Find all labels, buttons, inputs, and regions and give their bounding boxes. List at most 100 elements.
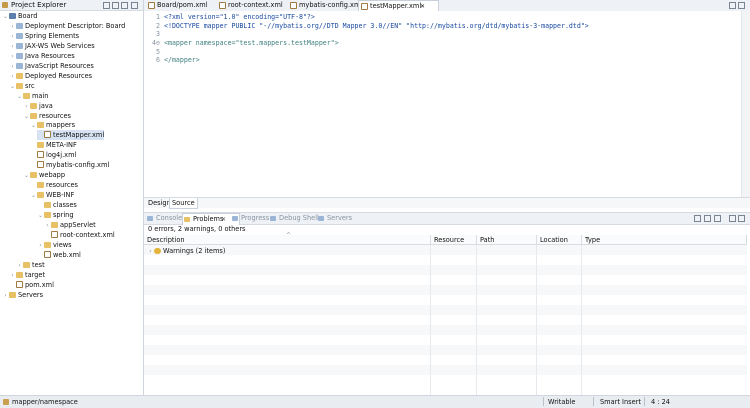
tree-item-label: test <box>32 260 45 269</box>
status-divider <box>543 397 544 406</box>
line-number: 2 <box>156 22 160 30</box>
tree-item-test[interactable]: › test <box>16 260 45 270</box>
problems-table: Description Resource Path Location Type … <box>144 232 747 395</box>
tree-item-resources[interactable]: resources <box>30 180 78 190</box>
xml-file-icon <box>44 131 51 139</box>
folder-icon <box>37 142 44 149</box>
tree-item-deployment-descriptor-board[interactable]: › Deployment Descriptor: Board <box>9 21 125 31</box>
tab-progress[interactable]: Progress <box>231 213 269 224</box>
tree-item-webapp[interactable]: ⌄ webapp <box>23 170 65 180</box>
tree-item-label: JavaScript Resources <box>25 61 94 70</box>
tab-board-pom[interactable]: Board/pom.xml <box>146 0 225 11</box>
tab-label: testMapper.xml <box>370 2 422 10</box>
column-header-resource[interactable]: Resource <box>431 235 477 245</box>
xml-file-icon <box>51 230 58 238</box>
tree-item-views[interactable]: › views <box>37 240 71 250</box>
maximize-icon[interactable] <box>738 215 745 222</box>
tree-item-label: resources <box>46 181 78 190</box>
folder-icon <box>44 202 51 209</box>
expanded-arrow-icon[interactable]: ⌄ <box>30 121 37 131</box>
folder-icon <box>37 182 44 189</box>
status-insert-mode[interactable]: Smart Insert <box>600 397 641 407</box>
tab-source[interactable]: Source <box>169 198 198 209</box>
tree-item-javascript-resources[interactable]: › JavaScript Resources <box>9 61 94 71</box>
status-path: mapper/namespace <box>12 398 78 406</box>
table-row-stripe <box>144 265 747 275</box>
tree-item-appservlet[interactable]: › appServlet <box>44 220 96 230</box>
tree-item-main[interactable]: ⌄ main <box>16 91 49 102</box>
expanded-arrow-icon[interactable]: ⌄ <box>9 82 16 92</box>
tree-item-resources[interactable]: ⌄ resources <box>23 111 71 121</box>
tree-item-board[interactable]: ⌄ Board <box>2 11 37 21</box>
tree-item-testmapper-xml[interactable]: testMapper.xml <box>37 130 105 141</box>
expanded-arrow-icon[interactable]: ⌄ <box>23 171 30 181</box>
expanded-arrow-icon[interactable]: ⌄ <box>37 211 44 221</box>
xml-file-icon <box>361 3 368 10</box>
filter-icon[interactable] <box>694 215 701 222</box>
status-divider <box>593 397 594 406</box>
tree-item-meta-inf[interactable]: META-INF <box>30 140 77 150</box>
line-number: 4⊖ <box>152 39 160 47</box>
column-header-location[interactable]: Location <box>537 235 582 245</box>
tree-item-label: src <box>25 81 35 90</box>
tree-item-mappers[interactable]: ⌄ mappers <box>30 120 75 130</box>
tree-item-deployed-resources[interactable]: › Deployed Resources <box>9 71 92 81</box>
tree-item-web-inf[interactable]: ⌄ WEB-INF <box>30 190 74 200</box>
xml-file-icon <box>148 2 155 9</box>
deployment-icon <box>16 22 23 29</box>
column-header-type[interactable]: Type <box>582 235 747 245</box>
column-header-path[interactable]: Path <box>477 235 537 245</box>
project-explorer-tab[interactable]: Project Explorer <box>0 0 143 11</box>
line-number: 6 <box>156 56 160 64</box>
folder-icon <box>30 112 37 119</box>
tree-item-java-resources[interactable]: › Java Resources <box>9 51 74 61</box>
tree-item-jax-ws-web-services[interactable]: › JAX-WS Web Services <box>9 41 94 51</box>
tab-mybatis-config[interactable]: mybatis-config.xml <box>288 0 367 11</box>
tab-servers[interactable]: Servers <box>317 213 352 224</box>
collapsed-arrow-icon[interactable]: › <box>2 291 9 301</box>
tree-item-java[interactable]: › java <box>23 101 53 111</box>
editor-vertical-scrollbar[interactable] <box>741 11 750 197</box>
tree-item-pom-xml[interactable]: pom.xml <box>9 280 54 290</box>
close-icon[interactable]: ✕ <box>221 214 226 225</box>
tree-item-target[interactable]: › target <box>9 270 45 280</box>
tree-item-log4j-xml[interactable]: log4j.xml <box>30 150 76 160</box>
column-divider <box>476 245 477 395</box>
tree-item-spring-elements[interactable]: › Spring Elements <box>9 31 79 41</box>
tree-item-servers[interactable]: › Servers <box>2 290 43 300</box>
minimize-icon[interactable] <box>729 215 736 222</box>
tree-item-label: Deployment Descriptor: Board <box>25 21 126 30</box>
line-number: 1 <box>156 13 160 21</box>
minimize-icon[interactable] <box>131 2 138 9</box>
minimize-icon[interactable] <box>729 2 736 9</box>
tree-item-label: java <box>39 101 53 110</box>
column-divider <box>581 245 582 395</box>
tree-item-root-context-xml[interactable]: root-context.xml <box>44 230 115 240</box>
expanded-arrow-icon[interactable]: ⌄ <box>16 92 23 102</box>
tab-root-context[interactable]: root-context.xml <box>217 0 296 11</box>
table-row[interactable]: › Warnings (2 items) <box>147 246 225 256</box>
expanded-arrow-icon[interactable]: ⌄ <box>30 191 37 201</box>
tree-item-web-xml[interactable]: web.xml <box>37 250 81 260</box>
tree-item-label: log4j.xml <box>46 151 77 160</box>
tab-label: Debug Shell <box>279 214 319 222</box>
java-resources-icon <box>16 52 23 59</box>
view-menu-icon[interactable] <box>714 215 721 222</box>
link-editor-icon[interactable] <box>112 2 119 9</box>
tree-item-classes[interactable]: classes <box>37 200 77 210</box>
focus-icon[interactable] <box>704 215 711 222</box>
collapse-all-icon[interactable] <box>103 2 110 9</box>
line-number: 5 <box>156 48 160 56</box>
maximize-icon[interactable] <box>738 2 745 9</box>
xml-source-editor[interactable]: 1 2 3 4⊖ 5 6 <?xml version="1.0" encodin… <box>144 11 741 197</box>
expanded-arrow-icon[interactable]: ⌄ <box>2 12 9 22</box>
tab-console[interactable]: Console <box>146 213 182 224</box>
tree-item-mybatis-config-xml[interactable]: mybatis-config.xml <box>30 160 109 170</box>
expanded-arrow-icon[interactable]: ⌄ <box>23 112 30 122</box>
tree-item-spring[interactable]: ⌄ spring <box>37 210 74 220</box>
expand-arrow-icon[interactable]: › <box>147 247 154 257</box>
tab-debug-shell[interactable]: Debug Shell <box>269 213 319 224</box>
tree-item-label: appServlet <box>60 220 96 229</box>
view-menu-icon[interactable] <box>121 2 128 9</box>
tree-item-src[interactable]: ⌄ src <box>9 81 35 91</box>
